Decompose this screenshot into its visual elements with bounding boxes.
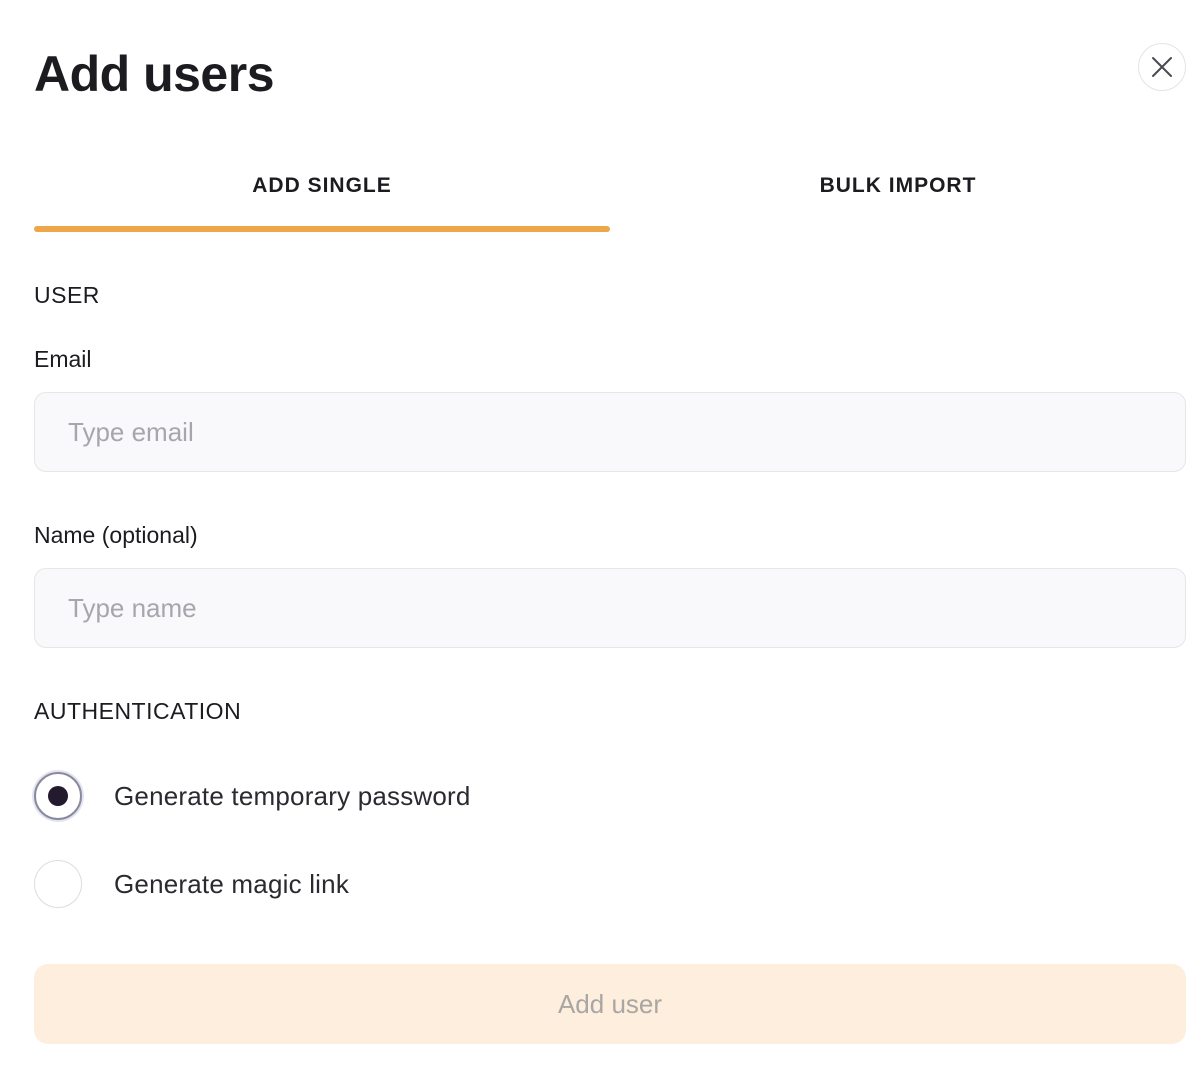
radio-dot-icon [48, 786, 68, 806]
radio-label-magic-link: Generate magic link [114, 868, 350, 899]
tab-add-single[interactable]: ADD SINGLE [34, 160, 610, 232]
close-icon [1152, 57, 1172, 77]
radio-option-temporary-password[interactable]: Generate temporary password [34, 772, 471, 820]
tab-add-single-label: ADD SINGLE [252, 174, 392, 197]
add-user-button[interactable]: Add user [34, 964, 1186, 1044]
name-label: Name (optional) [34, 522, 198, 548]
radio-option-magic-link[interactable]: Generate magic link [34, 860, 349, 908]
tab-bulk-import[interactable]: BULK IMPORT [610, 160, 1186, 232]
email-field[interactable] [34, 392, 1186, 472]
add-users-dialog: Add users ADD SINGLE BULK IMPORT USER Em… [0, 0, 1204, 1076]
tab-bar: ADD SINGLE BULK IMPORT [34, 160, 1186, 232]
active-tab-indicator [34, 226, 610, 232]
radio-button-selected[interactable] [34, 772, 82, 820]
dialog-title: Add users [34, 46, 275, 102]
email-label: Email [34, 346, 92, 372]
name-field[interactable] [34, 568, 1186, 648]
radio-button-unselected[interactable] [34, 860, 82, 908]
user-section-heading: USER [34, 282, 100, 308]
radio-label-temporary-password: Generate temporary password [114, 780, 471, 811]
close-button[interactable] [1138, 43, 1186, 91]
tab-bulk-import-label: BULK IMPORT [819, 174, 977, 197]
authentication-section-heading: AUTHENTICATION [34, 698, 242, 724]
